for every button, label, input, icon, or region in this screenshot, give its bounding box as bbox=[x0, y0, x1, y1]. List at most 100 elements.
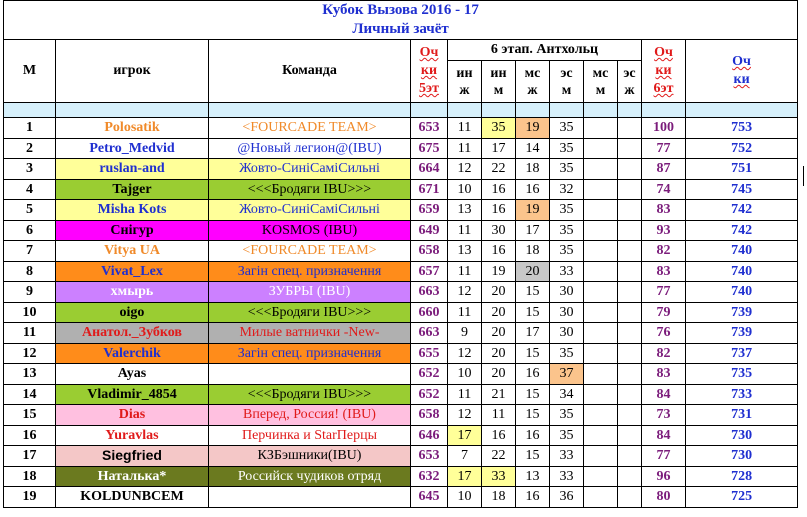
player-cell: хмырь bbox=[55, 281, 209, 303]
score-cell: 17 bbox=[515, 219, 550, 241]
header-team: Команда bbox=[208, 39, 411, 103]
score-cell: 35 bbox=[549, 219, 584, 241]
spacer-cell bbox=[617, 102, 642, 118]
score-cell: 20 bbox=[481, 363, 516, 385]
total-cell: 740 bbox=[684, 281, 799, 303]
score-cell: 13 bbox=[447, 199, 482, 221]
player-cell: Vitya UA bbox=[55, 240, 209, 262]
table-row: 18 Наталька* Российск чудиков отряд 632 17 33… bbox=[3, 465, 799, 487]
place-cell: 11 bbox=[3, 322, 56, 344]
place-cell: 5 bbox=[3, 199, 56, 221]
score-cell: 19 bbox=[481, 260, 516, 282]
place-cell: 17 bbox=[3, 445, 56, 467]
spacer-cell bbox=[515, 102, 550, 118]
place-cell: 13 bbox=[3, 363, 56, 385]
score-cell: 17 bbox=[481, 137, 516, 159]
points-stage5-cell: 660 bbox=[410, 301, 448, 323]
score-cell bbox=[583, 158, 618, 180]
table-row: 11 Анатол._Зубков Милые ватнички -New- 663 9… bbox=[3, 322, 799, 344]
header-points-stage5-l1: Оч bbox=[419, 45, 439, 60]
points-stage5-cell: 653 bbox=[410, 117, 448, 139]
place-cell: 14 bbox=[3, 383, 56, 405]
place-cell: 9 bbox=[3, 281, 56, 303]
team-cell: <<<Бродяги IBU>>> bbox=[208, 383, 411, 405]
points-stage6-cell: 76 bbox=[641, 322, 686, 344]
header-total-l1: Оч bbox=[732, 54, 751, 69]
total-cell: 730 bbox=[684, 424, 799, 446]
score-cell bbox=[617, 424, 642, 446]
spacer-cell bbox=[55, 102, 209, 118]
col-label-top: мс bbox=[524, 65, 541, 81]
score-cell: 19 bbox=[515, 117, 550, 139]
score-cell: 20 bbox=[481, 322, 516, 344]
score-cell bbox=[583, 260, 618, 282]
score-cell bbox=[617, 137, 642, 159]
score-cell: 35 bbox=[549, 342, 584, 364]
score-cell bbox=[583, 383, 618, 405]
spacer-cell bbox=[481, 102, 516, 118]
score-cell: 30 bbox=[549, 281, 584, 303]
team-cell: КЗБэшники(IBU) bbox=[208, 445, 411, 467]
table-row: 13 Ayas 652 10 20 16 37 83 735 bbox=[3, 363, 799, 385]
points-stage6-cell: 83 bbox=[641, 260, 686, 282]
table-row: 19 KOLDUNBCEM 645 10 18 16 36 80 725 bbox=[3, 486, 799, 508]
header-col-inzh: ин ж bbox=[447, 60, 482, 103]
score-cell bbox=[583, 281, 618, 303]
points-stage6-cell: 80 bbox=[641, 486, 686, 508]
total-cell: 742 bbox=[684, 219, 799, 241]
table-row: 6 Снігур KOSMOS (IBU) 649 11 30 17 35 93 742 bbox=[3, 219, 799, 241]
player-cell: Tajger bbox=[55, 178, 209, 200]
score-cell: 15 bbox=[515, 342, 550, 364]
total-cell: 739 bbox=[684, 322, 799, 344]
team-cell bbox=[208, 363, 411, 385]
score-cell bbox=[617, 117, 642, 139]
col-label-top: ин bbox=[456, 65, 473, 81]
table-row: 15 Dias Вперед, Россия! (IBU) 658 12 11 15 35 73… bbox=[3, 404, 799, 426]
score-cell: 13 bbox=[515, 465, 550, 487]
player-cell: Наталька* bbox=[55, 465, 209, 487]
team-cell: Жовто-СиніСаміСильні bbox=[208, 158, 411, 180]
header-points-stage6-l1: Оч bbox=[654, 45, 673, 60]
score-cell: 20 bbox=[481, 301, 516, 323]
header-points-stage5-l3: 5эт bbox=[419, 81, 439, 96]
points-stage5-cell: 659 bbox=[410, 199, 448, 221]
score-cell: 35 bbox=[481, 117, 516, 139]
score-cell: 7 bbox=[447, 445, 482, 467]
place-cell: 3 bbox=[3, 158, 56, 180]
spacer-cell bbox=[447, 102, 482, 118]
player-cell: Polosatik bbox=[55, 117, 209, 139]
points-stage6-cell: 77 bbox=[641, 445, 686, 467]
col-label-bottom: м bbox=[493, 82, 504, 98]
total-cell: 737 bbox=[684, 342, 799, 364]
score-cell: 10 bbox=[447, 363, 482, 385]
score-cell: 33 bbox=[481, 465, 516, 487]
points-stage5-cell: 663 bbox=[410, 322, 448, 344]
spacer-row bbox=[3, 102, 799, 118]
score-cell: 22 bbox=[481, 445, 516, 467]
score-cell: 20 bbox=[481, 342, 516, 364]
score-cell: 12 bbox=[447, 342, 482, 364]
score-cell: 19 bbox=[515, 199, 550, 221]
score-cell bbox=[583, 301, 618, 323]
score-cell: 15 bbox=[515, 301, 550, 323]
score-cell bbox=[583, 445, 618, 467]
player-cell: Petro_Medvid bbox=[55, 137, 209, 159]
total-cell: 753 bbox=[684, 117, 799, 139]
table-row: 17 Siegfried КЗБэшники(IBU) 653 7 22 15 33 77 730 bbox=[3, 445, 799, 467]
score-cell bbox=[617, 342, 642, 364]
page-title: Кубок Вызова 2016 - 17 bbox=[2, 0, 799, 19]
place-cell: 8 bbox=[3, 260, 56, 282]
place-cell: 12 bbox=[3, 342, 56, 364]
total-cell: 733 bbox=[684, 383, 799, 405]
total-cell: 740 bbox=[684, 240, 799, 262]
score-cell bbox=[583, 404, 618, 426]
score-cell: 36 bbox=[549, 486, 584, 508]
header-points-stage6-l2: ки bbox=[655, 63, 672, 78]
score-cell bbox=[617, 383, 642, 405]
total-cell: 740 bbox=[684, 260, 799, 282]
score-cell: 35 bbox=[549, 158, 584, 180]
score-cell: 16 bbox=[515, 424, 550, 446]
player-cell: oigo bbox=[55, 301, 209, 323]
place-cell: 7 bbox=[3, 240, 56, 262]
score-cell bbox=[617, 260, 642, 282]
